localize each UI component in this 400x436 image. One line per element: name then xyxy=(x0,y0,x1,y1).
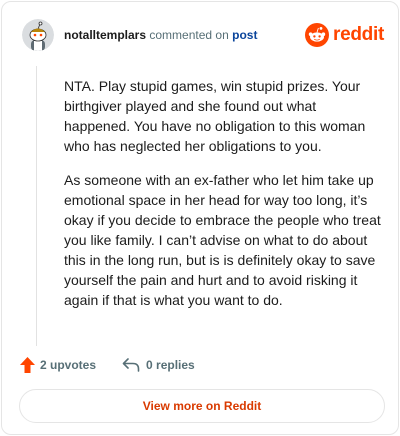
replies-stat[interactable]: 0 replies xyxy=(122,358,195,372)
username-link[interactable]: notalltemplars xyxy=(64,28,146,42)
upvote-arrow-icon xyxy=(20,357,35,373)
upvotes-count: 2 upvotes xyxy=(40,358,97,372)
action-text: commented on xyxy=(149,28,229,42)
brand-wordmark: reddit xyxy=(333,24,384,45)
comment-header: notalltemplars commented on post reddit xyxy=(22,18,384,52)
view-more-button[interactable]: View more on Reddit xyxy=(19,389,385,423)
snoo-avatar-icon[interactable] xyxy=(22,19,54,51)
post-link[interactable]: post xyxy=(232,28,257,42)
comment-paragraph: NTA. Play stupid games, win stupid prize… xyxy=(64,78,366,154)
embedded-comment-card: notalltemplars commented on post reddit … xyxy=(1,1,399,435)
reply-arrow-icon xyxy=(122,358,140,372)
comment-footer: 2 upvotes 0 replies xyxy=(20,355,195,375)
comment-meta: notalltemplars commented on post xyxy=(64,28,257,42)
upvotes-stat[interactable]: 2 upvotes xyxy=(20,357,96,373)
comment-paragraph: As someone with an ex-father who let him… xyxy=(64,172,381,308)
reddit-logo[interactable]: reddit xyxy=(305,22,384,48)
reddit-logo-icon xyxy=(305,23,330,47)
comment-body: NTA. Play stupid games, win stupid prize… xyxy=(64,76,386,324)
thread-line xyxy=(36,66,37,346)
replies-count: 0 replies xyxy=(146,358,195,372)
